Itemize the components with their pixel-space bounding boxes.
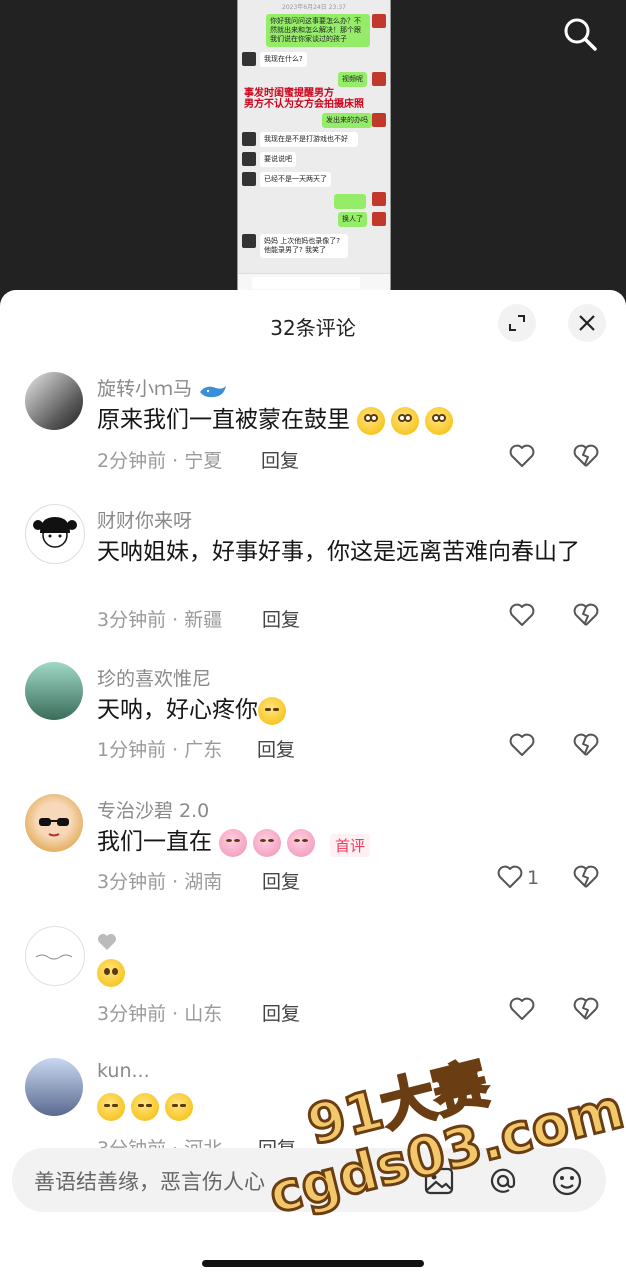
avatar[interactable] (25, 504, 85, 564)
at-mention-icon[interactable] (486, 1164, 520, 1198)
overlay-caption-2: 男方不认为女方会拍摄床照 (244, 99, 364, 110)
whale-icon (200, 385, 227, 397)
like-heart-icon[interactable] (508, 442, 536, 470)
crying-face-icon (97, 1092, 125, 1121)
crying-face-icon (258, 696, 286, 725)
like-heart-icon[interactable] (496, 863, 524, 891)
comment-text (97, 956, 597, 988)
close-button[interactable] (568, 304, 606, 342)
overlay-caption-1: 事发时闺蜜提醒男方 (244, 88, 334, 99)
dislike-broken-heart-icon[interactable] (572, 995, 600, 1023)
comment-username[interactable]: 财财你来呀 (97, 506, 192, 533)
dislike-broken-heart-icon[interactable] (572, 442, 600, 470)
pleading-face-icon (357, 406, 386, 435)
reply-button[interactable]: 回复 (257, 735, 295, 762)
chat-avatar (242, 52, 256, 66)
hug-face-icon (253, 828, 282, 857)
cartoon-girl-icon (33, 517, 77, 548)
chat-avatar (372, 72, 386, 86)
sunglasses-avatar-icon (39, 818, 69, 837)
expand-button[interactable] (498, 304, 536, 342)
grey-heart-icon (98, 933, 116, 950)
emoji-icon[interactable] (550, 1164, 584, 1198)
comment-username[interactable]: 专治沙碧 2.0 (97, 796, 209, 823)
first-comment-badge: 首评 (330, 834, 371, 857)
chat-avatar (242, 234, 256, 248)
chat-avatar (242, 152, 256, 166)
reply-button[interactable]: 回复 (262, 605, 300, 632)
comment-username[interactable]: 珍的喜欢惟尼 (97, 664, 211, 691)
reply-button[interactable]: 回复 (262, 999, 300, 1026)
comment-time-location: 2分钟前 · 宁夏 (97, 450, 223, 472)
comment-time-location: 3分钟前 · 山东 (97, 1003, 223, 1025)
chat-avatar (372, 212, 386, 226)
chat-bubble: 我现在是不是打游戏也不好 (260, 132, 358, 147)
chat-avatar (372, 192, 386, 206)
comment-time-location: 3分钟前 · 新疆 (97, 609, 223, 631)
search-icon[interactable] (562, 16, 598, 52)
avatar[interactable] (25, 662, 83, 720)
like-count: 1 (527, 867, 540, 889)
chat-bubble: 要说说吧 (260, 152, 296, 167)
pleading-face-icon (391, 406, 420, 435)
chat-screenshot: 2023年6月24日 23:37 你好我问问这事要怎么办？不然就出来和怎么解决！… (237, 0, 391, 292)
comment-username[interactable]: kun... (97, 1060, 150, 1082)
like-heart-icon[interactable] (508, 995, 536, 1023)
chat-avatar (242, 132, 256, 146)
like-heart-icon[interactable] (508, 601, 536, 629)
comment-time-location: 1分钟前 · 广东 (97, 739, 223, 761)
avatar[interactable] (25, 1058, 83, 1116)
chat-avatar (372, 14, 386, 28)
video-player[interactable]: 2023年6月24日 23:37 你好我问问这事要怎么办？不然就出来和怎么解决！… (0, 0, 626, 300)
comment-panel: 32条评论 旋转小ｍ马 原来我们一直被蒙在鼓里 2分钟前 · 宁夏 回复 财财你… (0, 290, 626, 1280)
hug-face-icon (219, 828, 248, 857)
chat-bubble: 发出来的办吗 (322, 113, 372, 128)
avatar[interactable] (25, 926, 85, 986)
chat-bubble: 我现在什么? (260, 52, 307, 67)
comment-text (97, 1090, 597, 1122)
comment-text: 天呐，好心疼你 (97, 694, 597, 726)
pleading-face-icon (425, 406, 454, 435)
chat-bubble: 换人了 (338, 212, 367, 227)
flushed-face-icon (97, 958, 125, 987)
close-icon (579, 315, 595, 331)
chat-bubble: 已经不是一天两天了 (260, 172, 331, 187)
handwriting-avatar-icon (35, 954, 73, 960)
chat-bubble: 视频呢 (338, 72, 367, 87)
chat-bubble (334, 194, 366, 209)
avatar[interactable] (25, 794, 83, 852)
hug-face-icon (287, 828, 316, 857)
home-indicator[interactable] (202, 1260, 424, 1267)
dislike-broken-heart-icon[interactable] (572, 863, 600, 891)
comment-input-bar[interactable]: 善语结善缘，恶言伤人心 (12, 1148, 606, 1212)
crying-face-icon (165, 1092, 193, 1121)
chat-avatar (242, 172, 256, 186)
like-heart-icon[interactable] (508, 731, 536, 759)
dislike-broken-heart-icon[interactable] (572, 601, 600, 629)
dislike-broken-heart-icon[interactable] (572, 731, 600, 759)
comment-input[interactable]: 善语结善缘，恶言伤人心 (34, 1166, 265, 1196)
comment-text: 天呐姐妹，好事好事，你这是远离苦难向春山了 (97, 539, 580, 565)
comment-time-location: 3分钟前 · 湖南 (97, 871, 223, 893)
expand-icon (509, 315, 525, 331)
chat-bubble: 妈妈 上次他妈也录像了? 他能录男了? 我笑了 (260, 234, 348, 258)
chat-avatar (372, 113, 386, 127)
chat-bubble: 你好我问问这事要怎么办？不然就出来和怎么解决！那个跟我们说在你家谈过的孩子 (266, 14, 370, 47)
comment-username[interactable]: 旋转小ｍ马 (97, 374, 228, 401)
image-icon[interactable] (422, 1164, 456, 1198)
avatar[interactable] (25, 372, 83, 430)
comment-text: 原来我们一直被蒙在鼓里 (97, 404, 597, 436)
reply-button[interactable]: 回复 (261, 446, 299, 473)
crying-face-icon (131, 1092, 159, 1121)
comment-username[interactable] (97, 930, 117, 952)
reply-button[interactable]: 回复 (262, 867, 300, 894)
chat-timestamp: 2023年6月24日 23:37 (282, 4, 346, 11)
